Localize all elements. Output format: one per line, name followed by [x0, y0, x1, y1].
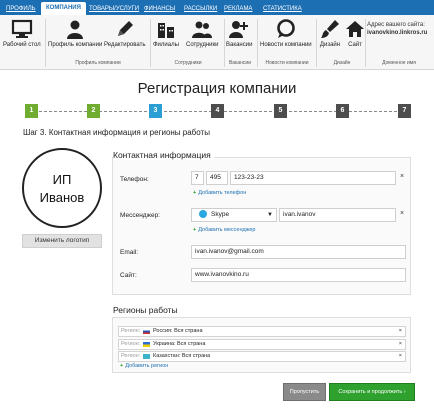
tab-products[interactable]: ТОВАРЫ/УСЛУГИ [89, 3, 139, 15]
home-icon [344, 18, 366, 40]
plus-icon: + [193, 227, 197, 233]
tab-advertising[interactable]: РЕКЛАМА [224, 3, 252, 15]
ukraine-flag-icon [143, 342, 150, 347]
plus-icon: + [193, 190, 197, 196]
domain-label: Адрес вашего сайта: [367, 22, 425, 28]
step-5: 5 [274, 104, 287, 118]
group-label-vacancies: Вакансии [228, 60, 252, 66]
messenger-value-input[interactable]: ivan.ivanov [279, 208, 396, 222]
group-label-employees: Сотрудники [174, 60, 202, 66]
remove-messenger-icon[interactable]: × [400, 210, 404, 217]
vacancies-button[interactable]: Вакансии [226, 18, 252, 48]
skype-icon [199, 210, 207, 219]
tab-finance[interactable]: ФИНАНСЫ [144, 3, 175, 15]
branches-button[interactable]: Филиалы [153, 18, 179, 48]
top-navigation: ПРОФИЛЬ КОМПАНИЯ ТОВАРЫ/УСЛУГИ ФИНАНСЫ Р… [0, 0, 434, 15]
region-row: Регион: Украина: Вся страна × [118, 339, 406, 350]
users-icon [191, 18, 213, 40]
company-profile-button[interactable]: Профиль компании [48, 18, 102, 48]
step-title: Шаг 3. Контактная информация и регионы р… [23, 128, 210, 137]
page-title: Регистрация компании [137, 80, 297, 97]
phone-code-input[interactable]: 495 [206, 171, 228, 185]
save-and-continue-button[interactable]: Сохранить и продолжить › [329, 383, 415, 401]
domain-info: Адрес вашего сайта: ivanovkino.linkros.r… [367, 21, 427, 37]
ribbon-separator [316, 19, 317, 67]
change-logo-button[interactable]: Изменить логотип [22, 234, 102, 248]
step-progress: 1 2 3 4 5 6 7 [25, 104, 411, 118]
add-user-icon [228, 18, 250, 40]
site-button[interactable]: Сайт [344, 18, 366, 48]
user-icon [64, 18, 86, 40]
phone-country-input[interactable]: 7 [191, 171, 204, 185]
site-label: Сайт: [120, 272, 137, 279]
pencil-icon [114, 18, 136, 40]
region-row-label: Регион: [121, 353, 141, 359]
region-row: Регион: Россия: Вся страна × [118, 326, 406, 337]
ribbon-separator [45, 19, 46, 67]
phone-number-input[interactable]: 123-23-23 [230, 171, 396, 185]
tab-profile[interactable]: ПРОФИЛЬ [6, 3, 36, 15]
logo-line-2: Иванов [39, 190, 85, 205]
group-label-domain: Доменное имя [382, 60, 416, 66]
region-name: Россия: Вся страна [153, 328, 203, 334]
region-row-label: Регион: [121, 341, 141, 347]
step-6: 6 [336, 104, 349, 118]
regions-section-title: Регионы работы [113, 305, 181, 315]
step-7: 7 [398, 104, 411, 118]
remove-region-icon[interactable]: × [399, 352, 402, 361]
russia-flag-icon [143, 329, 150, 334]
domain-value[interactable]: ivanovkino.linkros.ru [367, 30, 427, 36]
tab-mailings[interactable]: РАССЫЛКИ [184, 3, 217, 15]
region-row-label: Регион: [121, 328, 141, 334]
site-field[interactable]: www.ivanovkino.ru [191, 268, 406, 282]
kazakhstan-flag-icon [143, 354, 150, 359]
design-button[interactable]: Дизайн [319, 18, 341, 48]
region-row: Регион: Казахстан: Вся страна × [118, 351, 406, 362]
skip-button[interactable]: Пропустить [283, 383, 326, 401]
edit-button[interactable]: Редактировать [104, 18, 145, 48]
region-name: Украина: Вся страна [153, 341, 206, 347]
messenger-label: Мессенджер: [120, 212, 160, 219]
email-label: Email: [120, 249, 139, 256]
step-4: 4 [211, 104, 224, 118]
step-1[interactable]: 1 [25, 104, 38, 118]
step-2[interactable]: 2 [87, 104, 100, 118]
tab-statistics[interactable]: СТАТИСТИКА [263, 3, 302, 15]
chat-bubble-icon [275, 18, 297, 40]
email-field[interactable]: ivan.ivanov@gmail.com [191, 245, 406, 259]
buildings-icon [155, 18, 177, 40]
remove-region-icon[interactable]: × [399, 340, 402, 349]
ribbon-separator [365, 19, 366, 67]
employees-button[interactable]: Сотрудники [186, 18, 219, 48]
group-label-design: Дизайн [333, 60, 351, 66]
messenger-type-select[interactable]: Skype ▼ [191, 208, 277, 222]
company-logo: ИП Иванов [22, 148, 102, 228]
add-messenger-link[interactable]: + Добавить мессенджер [193, 227, 256, 233]
desktop-button[interactable]: Рабочий стол [3, 18, 41, 48]
add-region-link[interactable]: + Добавить регион [120, 363, 168, 369]
brush-icon [319, 18, 341, 40]
add-phone-link[interactable]: + Добавить телефон [193, 190, 246, 196]
plus-icon: + [120, 363, 124, 369]
company-news-button[interactable]: Новости компании [260, 18, 312, 48]
region-name: Казахстан: Вся страна [153, 353, 211, 359]
ribbon-toolbar: Рабочий стол Профиль компании Редактиров… [0, 15, 434, 70]
dropdown-arrow-icon: ▼ [267, 212, 273, 218]
group-label-news: Новости компании [265, 60, 309, 66]
ribbon-separator [150, 19, 151, 67]
logo-line-1: ИП [52, 172, 72, 187]
remove-region-icon[interactable]: × [399, 327, 402, 336]
step-3[interactable]: 3 [149, 104, 162, 118]
group-label-profile: Профиль компании [75, 60, 121, 66]
remove-phone-icon[interactable]: × [400, 173, 404, 180]
monitor-icon [11, 18, 33, 40]
phone-label: Телефон: [120, 176, 149, 183]
contact-section-title: Контактная информация [113, 150, 214, 160]
tab-company[interactable]: КОМПАНИЯ [41, 2, 86, 15]
